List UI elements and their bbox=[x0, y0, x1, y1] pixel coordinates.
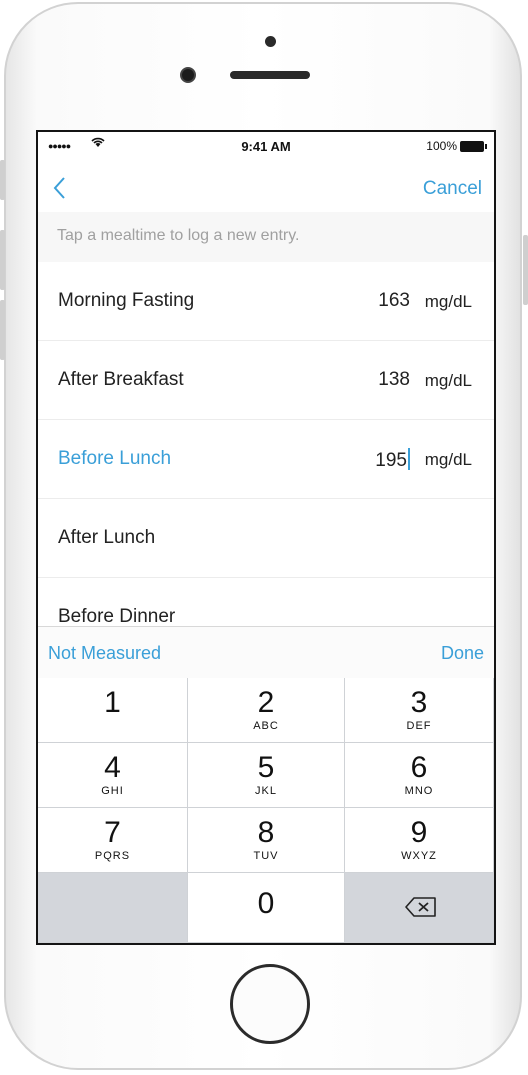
glucose-unit: mg/dL bbox=[424, 450, 472, 469]
screen: ●●●●● 9:41 AM 100% Cancel Tap a mealtime… bbox=[36, 130, 496, 945]
key-letters: PQRS bbox=[94, 850, 131, 862]
list-item[interactable]: After Breakfast 138 mg/dL bbox=[38, 341, 494, 420]
mealtime-label: After Breakfast bbox=[58, 369, 184, 390]
volume-up-button bbox=[0, 230, 5, 290]
mealtime-label: Morning Fasting bbox=[58, 290, 195, 311]
cancel-button[interactable]: Cancel bbox=[423, 178, 482, 200]
input-accessory-toolbar: Not Measured Done bbox=[38, 626, 494, 679]
hint-text: Tap a mealtime to log a new entry. bbox=[57, 227, 300, 244]
key-0[interactable]: 0 bbox=[188, 873, 345, 943]
key-4[interactable]: 4 GHI bbox=[38, 743, 188, 808]
earpiece-speaker bbox=[230, 71, 310, 79]
battery-indicator: 100% bbox=[426, 139, 487, 153]
key-letters: TUV bbox=[253, 850, 279, 862]
glucose-input[interactable]: 195 bbox=[375, 448, 410, 472]
glucose-input-text: 195 bbox=[375, 450, 407, 471]
key-digit: 6 bbox=[410, 751, 428, 784]
key-7[interactable]: 7 PQRS bbox=[38, 808, 188, 873]
key-digit: 7 bbox=[104, 816, 121, 849]
key-digit: 1 bbox=[104, 686, 121, 719]
not-measured-button[interactable]: Not Measured bbox=[48, 643, 161, 664]
key-letters: DEF bbox=[406, 720, 432, 732]
key-letters: GHI bbox=[101, 785, 124, 797]
key-2[interactable]: 2 ABC bbox=[188, 678, 345, 743]
hint-banner: Tap a mealtime to log a new entry. bbox=[38, 212, 494, 262]
battery-icon bbox=[460, 140, 487, 152]
key-letters: JKL bbox=[255, 785, 277, 797]
key-blank bbox=[38, 873, 188, 943]
key-6[interactable]: 6 MNO bbox=[345, 743, 494, 808]
list-item[interactable]: Before Lunch 195 mg/dL bbox=[38, 420, 494, 499]
key-9[interactable]: 9 WXYZ bbox=[345, 808, 494, 873]
glucose-value: 163 bbox=[378, 290, 410, 311]
backspace-icon bbox=[405, 897, 436, 917]
mute-switch bbox=[0, 160, 5, 200]
key-digit: 5 bbox=[257, 751, 275, 784]
key-digit: 9 bbox=[410, 816, 428, 849]
battery-percent: 100% bbox=[426, 139, 457, 153]
glucose-value: 138 bbox=[378, 369, 410, 390]
key-8[interactable]: 8 TUV bbox=[188, 808, 345, 873]
key-digit: 0 bbox=[257, 887, 275, 920]
mealtime-list: Morning Fasting 163 mg/dL After Breakfas… bbox=[38, 262, 494, 657]
navigation-bar: Cancel bbox=[38, 162, 494, 212]
key-digit: 8 bbox=[257, 816, 275, 849]
text-cursor bbox=[408, 448, 410, 470]
volume-down-button bbox=[0, 300, 5, 360]
status-bar: ●●●●● 9:41 AM 100% bbox=[38, 132, 494, 162]
key-letters: WXYZ bbox=[401, 850, 437, 862]
list-item[interactable]: After Lunch bbox=[38, 499, 494, 578]
list-item[interactable]: Morning Fasting 163 mg/dL bbox=[38, 262, 494, 341]
key-letters: ABC bbox=[253, 720, 279, 732]
done-button[interactable]: Done bbox=[441, 643, 484, 664]
key-digit: 2 bbox=[257, 686, 275, 719]
key-digit: 4 bbox=[104, 751, 121, 784]
delete-key[interactable] bbox=[345, 873, 494, 943]
key-digit: 3 bbox=[410, 686, 428, 719]
mealtime-label: Before Lunch bbox=[58, 448, 172, 469]
proximity-sensor bbox=[265, 36, 276, 47]
glucose-unit: mg/dL bbox=[424, 292, 472, 311]
key-letters: MNO bbox=[404, 785, 434, 797]
power-button bbox=[523, 235, 528, 305]
key-5[interactable]: 5 JKL bbox=[188, 743, 345, 808]
front-camera bbox=[180, 67, 196, 83]
chevron-left-icon[interactable] bbox=[52, 168, 66, 211]
numeric-keypad: 1 2 ABC 3 DEF 4 GHI 5 JKL 6 MNO 7 PQRS 8 bbox=[38, 678, 494, 943]
mealtime-label: After Lunch bbox=[58, 527, 156, 548]
mealtime-label: Before Dinner bbox=[58, 606, 176, 627]
key-1[interactable]: 1 bbox=[38, 678, 188, 743]
glucose-unit: mg/dL bbox=[424, 371, 472, 390]
home-button[interactable] bbox=[230, 964, 310, 1044]
key-3[interactable]: 3 DEF bbox=[345, 678, 494, 743]
